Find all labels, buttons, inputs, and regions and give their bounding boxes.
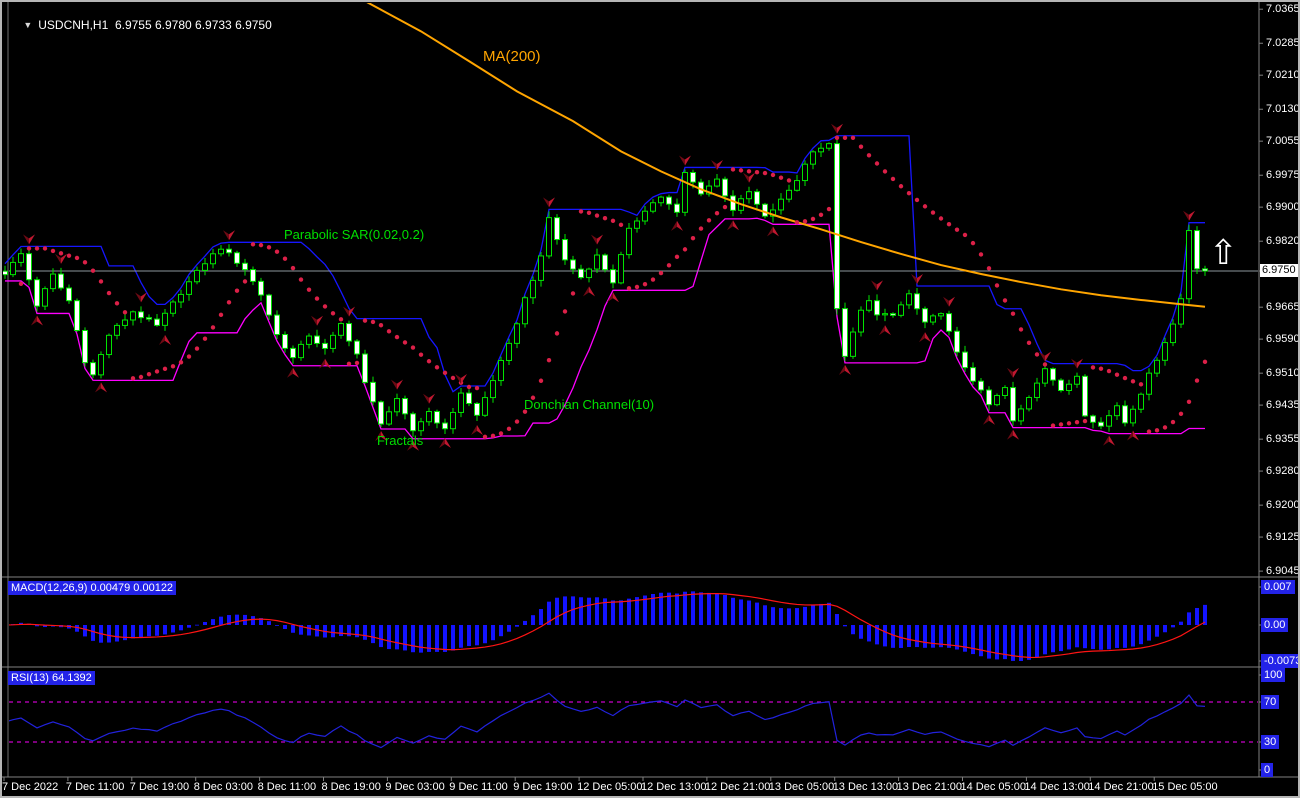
macd-scale-label: 0.007 xyxy=(1261,580,1295,594)
price-axis-tick: 6.9280 xyxy=(1266,465,1300,477)
time-axis-label: 14 Dec 21:00 xyxy=(1088,781,1153,793)
rsi-scale-label: 0 xyxy=(1261,763,1273,777)
time-axis-label: 8 Dec 11:00 xyxy=(258,781,317,793)
macd-histogram xyxy=(3,591,1207,661)
donchian-channel-label: Donchian Channel(10) xyxy=(524,397,654,412)
macd-signal-line xyxy=(5,594,1205,658)
rsi-panel xyxy=(5,693,1258,747)
price-axis-tick: 6.9125 xyxy=(1266,531,1300,543)
macd-label: MACD(12,26,9) 0.00479 0.00122 xyxy=(8,581,176,595)
rsi-line xyxy=(5,693,1205,747)
fractals-label: Fractals xyxy=(377,433,423,448)
candlestick-series xyxy=(3,138,1208,437)
price-axis-tick: 6.9820 xyxy=(1266,235,1300,247)
time-axis-label: 9 Dec 03:00 xyxy=(385,781,444,793)
price-axis-tick: 7.0365 xyxy=(1266,3,1300,15)
symbol-period-label: USDCNH,H1 xyxy=(38,18,108,32)
time-axis-label: 9 Dec 11:00 xyxy=(449,781,508,793)
time-axis-label: 14 Dec 13:00 xyxy=(1024,781,1089,793)
rsi-scale-label: 70 xyxy=(1261,695,1279,709)
up-arrow-marker: ⇧ xyxy=(1209,236,1238,270)
time-axis-label: 7 Dec 11:00 xyxy=(66,781,125,793)
macd-scale-label: 0.00 xyxy=(1261,618,1288,632)
time-axis-label: 13 Dec 13:00 xyxy=(833,781,898,793)
time-axis-label: 8 Dec 03:00 xyxy=(194,781,253,793)
ma200-line xyxy=(365,1,1205,307)
chart-title: ▼ USDCNH,H1 6.9755 6.9780 6.9733 6.9750 xyxy=(10,4,272,46)
time-axis-label: 12 Dec 05:00 xyxy=(577,781,642,793)
macd-panel xyxy=(3,591,1207,661)
time-axis-label: 7 Dec 2022 xyxy=(2,781,58,793)
price-axis-tick: 6.9510 xyxy=(1266,367,1300,379)
price-axis-tick: 7.0055 xyxy=(1266,135,1300,147)
price-axis-tick: 6.9045 xyxy=(1266,565,1300,577)
macd-scale-label: -0.00733 xyxy=(1261,654,1300,668)
current-price-tag: 6.9750 xyxy=(1260,264,1299,277)
rsi-scale-label: 30 xyxy=(1261,735,1279,749)
time-axis-label: 12 Dec 21:00 xyxy=(705,781,770,793)
ohlc-quote-label: 6.9755 6.9780 6.9733 6.9750 xyxy=(115,18,272,32)
ma200-label: MA(200) xyxy=(483,48,541,65)
time-axis-label: 15 Dec 05:00 xyxy=(1152,781,1217,793)
main-chart xyxy=(3,1,1259,451)
time-axis-label: 12 Dec 13:00 xyxy=(641,781,706,793)
time-axis-label: 8 Dec 19:00 xyxy=(322,781,381,793)
chart-menu-dropdown-icon[interactable]: ▼ xyxy=(23,20,32,30)
price-axis-tick: 6.9975 xyxy=(1266,169,1300,181)
time-axis-label: 9 Dec 19:00 xyxy=(513,781,572,793)
rsi-label: RSI(13) 64.1392 xyxy=(8,671,95,685)
chart-window: ▼ USDCNH,H1 6.9755 6.9780 6.9733 6.9750 M… xyxy=(0,0,1300,798)
price-axis-tick: 7.0285 xyxy=(1266,37,1300,49)
price-axis-tick: 7.0210 xyxy=(1266,69,1300,81)
price-axis-tick: 7.0130 xyxy=(1266,103,1300,115)
time-axis-label: 13 Dec 21:00 xyxy=(897,781,962,793)
price-axis-tick: 6.9200 xyxy=(1266,499,1300,511)
price-axis-tick: 6.9900 xyxy=(1266,201,1300,213)
price-axis-tick: 6.9665 xyxy=(1266,301,1300,313)
parabolic-sar-label: Parabolic SAR(0.02,0.2) xyxy=(284,227,424,242)
time-axis-label: 7 Dec 19:00 xyxy=(130,781,189,793)
price-axis-tick: 6.9590 xyxy=(1266,333,1300,345)
time-axis-label: 13 Dec 05:00 xyxy=(769,781,834,793)
price-axis-tick: 6.9355 xyxy=(1266,433,1300,445)
rsi-scale-label: 100 xyxy=(1261,668,1285,682)
time-axis-label: 14 Dec 05:00 xyxy=(961,781,1026,793)
price-axis-tick: 6.9435 xyxy=(1266,399,1300,411)
